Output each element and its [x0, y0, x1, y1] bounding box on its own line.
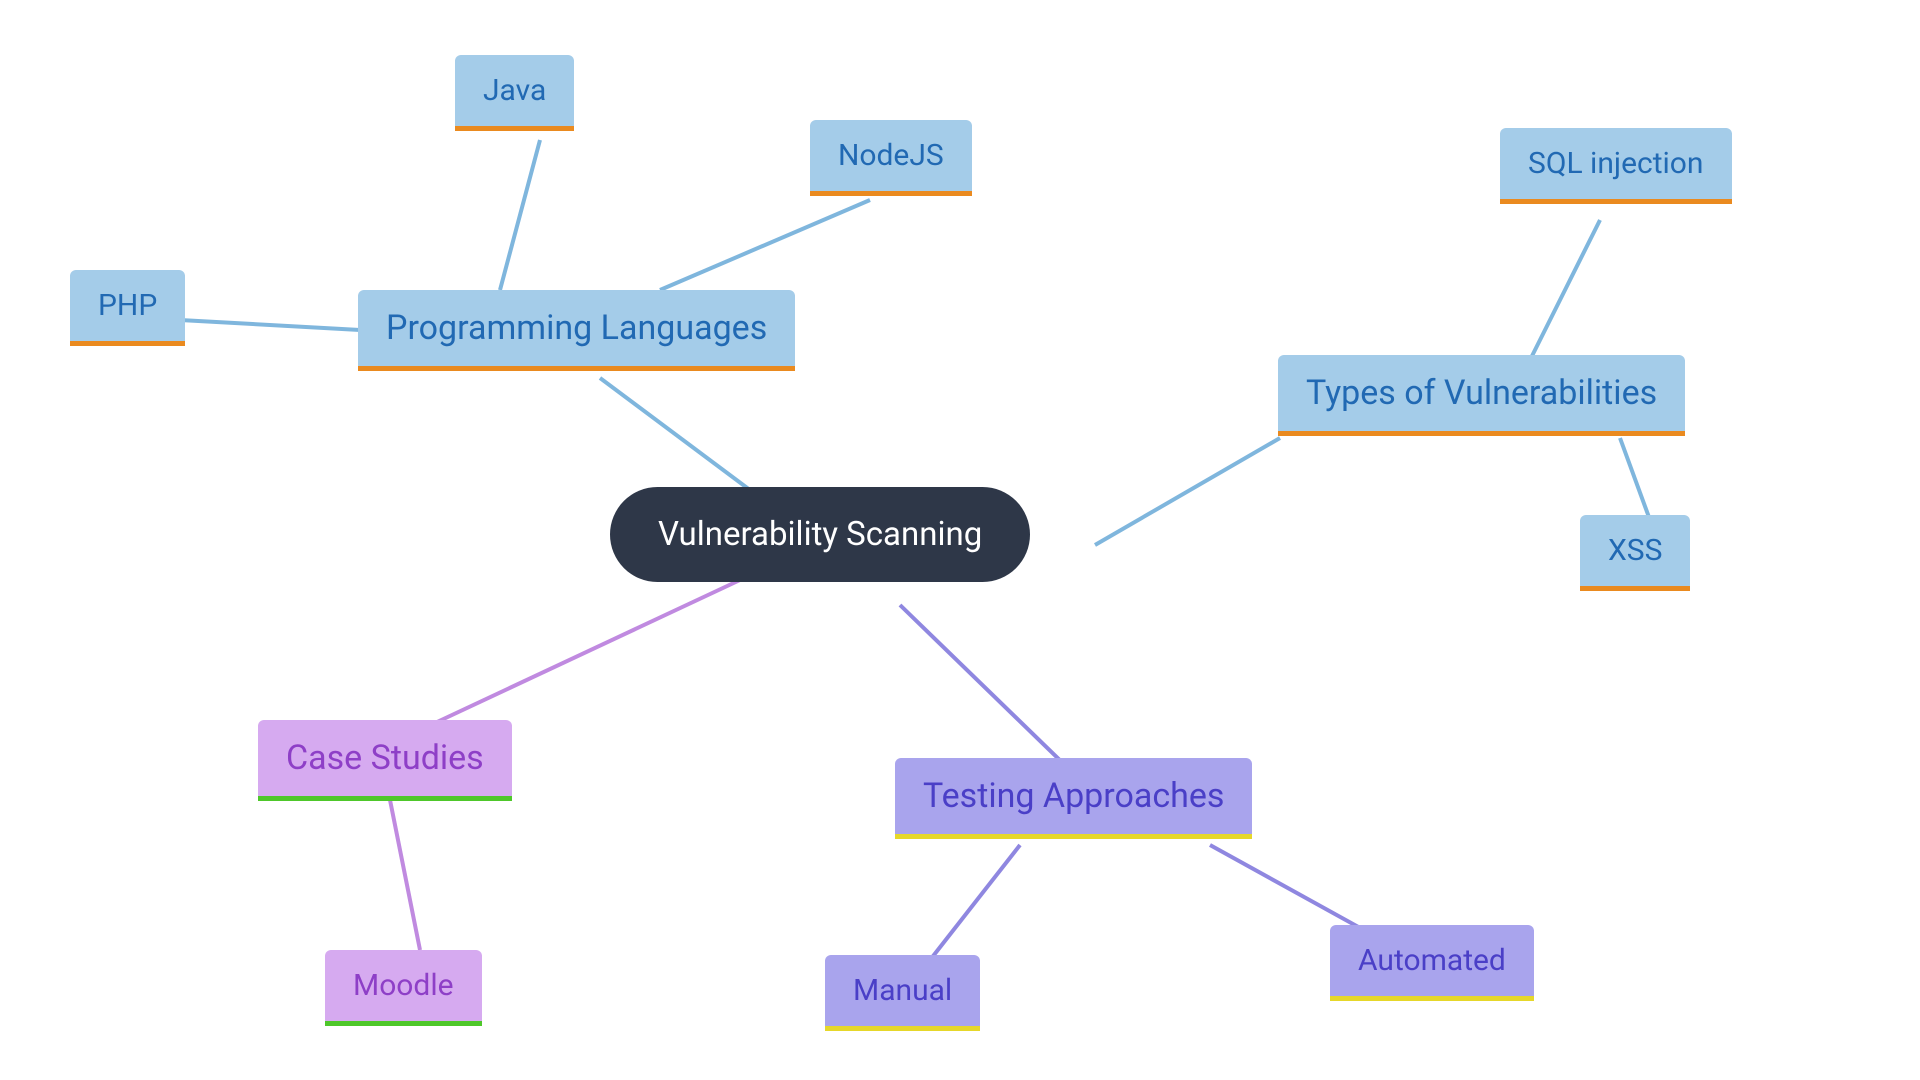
node-manual[interactable]: Manual: [825, 955, 980, 1031]
node-php[interactable]: PHP: [70, 270, 185, 346]
node-java[interactable]: Java: [455, 55, 574, 131]
node-automated[interactable]: Automated: [1330, 925, 1534, 1001]
node-types-of-vulnerabilities[interactable]: Types of Vulnerabilities: [1278, 355, 1685, 436]
node-testing-approaches[interactable]: Testing Approaches: [895, 758, 1252, 839]
node-moodle[interactable]: Moodle: [325, 950, 482, 1026]
center-node-vulnerability-scanning[interactable]: Vulnerability Scanning: [610, 487, 1030, 582]
node-xss[interactable]: XSS: [1580, 515, 1690, 591]
node-case-studies[interactable]: Case Studies: [258, 720, 512, 801]
node-programming-languages[interactable]: Programming Languages: [358, 290, 795, 371]
node-nodejs[interactable]: NodeJS: [810, 120, 972, 196]
node-sql-injection[interactable]: SQL injection: [1500, 128, 1732, 204]
